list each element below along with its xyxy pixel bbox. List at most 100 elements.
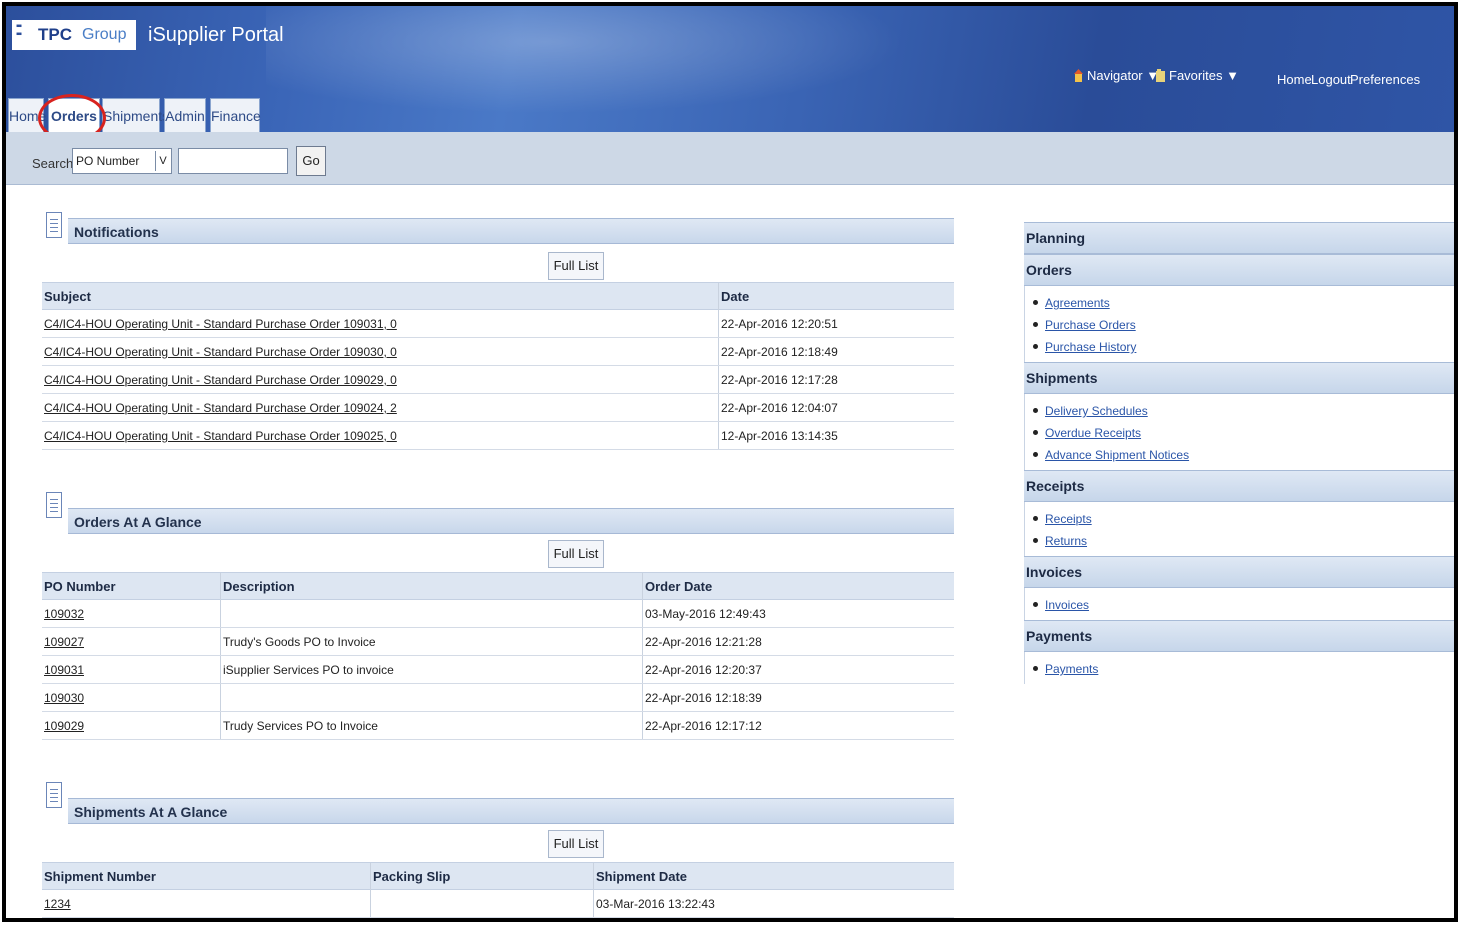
favorites-dropdown-icon: ▼ xyxy=(1226,68,1239,83)
orders-full-list-button[interactable]: Full List xyxy=(548,540,604,568)
order-description: iSupplier Services PO to invoice xyxy=(220,656,643,683)
sidebar-payments-list: Payments xyxy=(1024,652,1454,684)
sidebar-item-label[interactable]: Agreements xyxy=(1045,296,1110,310)
sidebar-item-invoices[interactable]: Invoices xyxy=(1025,594,1454,616)
notifications-full-list-button[interactable]: Full List xyxy=(548,252,604,280)
sidebar-item-label[interactable]: Receipts xyxy=(1045,512,1092,526)
column-date: Date xyxy=(718,283,951,310)
bullet-icon xyxy=(1033,408,1038,413)
sidebar-item-label[interactable]: Invoices xyxy=(1045,598,1089,612)
tab-shipments[interactable]: Shipments xyxy=(102,98,169,132)
sidebar-item-label[interactable]: Advance Shipment Notices xyxy=(1045,448,1189,462)
logout-link[interactable]: Logout xyxy=(1311,72,1351,87)
orders-section-icon xyxy=(46,492,62,518)
column-shipment-date: Shipment Date xyxy=(593,863,951,890)
table-row: C4/IC4-HOU Operating Unit - Standard Pur… xyxy=(42,310,954,338)
search-bar: Search PO Number V Go xyxy=(6,132,1454,185)
bullet-icon xyxy=(1033,538,1038,543)
notification-subject-link[interactable]: C4/IC4-HOU Operating Unit - Standard Pur… xyxy=(44,394,397,421)
column-order-date: Order Date xyxy=(642,573,951,600)
table-row: 109027 Trudy's Goods PO to Invoice 22-Ap… xyxy=(42,628,954,656)
sidebar-orders-list: Agreements Purchase Orders Purchase Hist… xyxy=(1024,286,1454,362)
order-date: 22-Apr-2016 12:18:39 xyxy=(642,684,951,711)
search-input[interactable] xyxy=(178,148,288,174)
po-number-link[interactable]: 109029 xyxy=(44,712,84,739)
navigator-menu[interactable]: Navigator ▼ xyxy=(1074,68,1159,83)
sidebar-item-returns[interactable]: Returns xyxy=(1025,530,1454,552)
sidebar-item-delivery-schedules[interactable]: Delivery Schedules xyxy=(1025,400,1454,422)
bullet-icon xyxy=(1033,344,1038,349)
sidebar-item-purchase-history[interactable]: Purchase History xyxy=(1025,336,1454,358)
search-type-select[interactable]: PO Number V xyxy=(72,148,172,174)
global-home-link[interactable]: Home xyxy=(1277,72,1312,87)
table-row: C4/IC4-HOU Operating Unit - Standard Pur… xyxy=(42,338,954,366)
table-header: Shipment Number Packing Slip Shipment Da… xyxy=(42,862,954,890)
preferences-link[interactable]: Preferences xyxy=(1350,72,1420,87)
favorites-label: Favorites xyxy=(1169,68,1223,83)
notification-subject-link[interactable]: C4/IC4-HOU Operating Unit - Standard Pur… xyxy=(44,338,397,365)
favorites-icon xyxy=(1156,69,1165,82)
table-row: 109029 Trudy Services PO to Invoice 22-A… xyxy=(42,712,954,740)
sidebar-item-label[interactable]: Delivery Schedules xyxy=(1045,404,1148,418)
order-description xyxy=(220,684,643,711)
logo-tpc-text: TPC xyxy=(38,25,72,44)
notification-date: 22-Apr-2016 12:20:51 xyxy=(718,310,951,337)
order-description: Trudy's Goods PO to Invoice xyxy=(220,628,643,655)
bullet-icon xyxy=(1033,300,1038,305)
po-number-link[interactable]: 109030 xyxy=(44,684,84,711)
favorites-menu[interactable]: Favorites ▼ xyxy=(1156,68,1239,83)
table-row: C4/IC4-HOU Operating Unit - Standard Pur… xyxy=(42,366,954,394)
sidebar-shipments-list: Delivery Schedules Overdue Receipts Adva… xyxy=(1024,394,1454,470)
logo-dots-icon: ▪▪ ▪▪ xyxy=(16,21,22,40)
notification-subject-link[interactable]: C4/IC4-HOU Operating Unit - Standard Pur… xyxy=(44,422,397,449)
sidebar-item-receipts[interactable]: Receipts xyxy=(1025,508,1454,530)
tab-finance[interactable]: Finance xyxy=(210,98,261,132)
portal-title: iSupplier Portal xyxy=(148,24,284,46)
sidebar-item-purchase-orders[interactable]: Purchase Orders xyxy=(1025,314,1454,336)
table-row: C4/IC4-HOU Operating Unit - Standard Pur… xyxy=(42,394,954,422)
browser-frame: ▪▪ ▪▪ TPC Group iSupplier Portal Navigato… xyxy=(2,2,1458,922)
sidebar-invoices-list: Invoices xyxy=(1024,588,1454,620)
sidebar-item-advance-shipment-notices[interactable]: Advance Shipment Notices xyxy=(1025,444,1454,466)
bullet-icon xyxy=(1033,666,1038,671)
go-button[interactable]: Go xyxy=(296,146,326,176)
sidebar-section-receipts: Receipts xyxy=(1024,470,1454,502)
po-number-link[interactable]: 109032 xyxy=(44,600,84,627)
notification-date: 22-Apr-2016 12:17:28 xyxy=(718,366,951,393)
table-row: C4/IC4-HOU Operating Unit - Standard Pur… xyxy=(42,422,954,450)
sidebar-item-overdue-receipts[interactable]: Overdue Receipts xyxy=(1025,422,1454,444)
sidebar-item-payments[interactable]: Payments xyxy=(1025,658,1454,680)
sidebar-item-label[interactable]: Purchase Orders xyxy=(1045,318,1136,332)
column-packing-slip: Packing Slip xyxy=(370,863,593,890)
notification-date: 12-Apr-2016 13:14:35 xyxy=(718,422,951,449)
tab-admin[interactable]: Admin xyxy=(164,98,206,132)
bullet-icon xyxy=(1033,516,1038,521)
notification-date: 22-Apr-2016 12:04:07 xyxy=(718,394,951,421)
table-row: 109031 iSupplier Services PO to invoice … xyxy=(42,656,954,684)
column-po-number: PO Number xyxy=(44,579,116,594)
sidebar-section-invoices: Invoices xyxy=(1024,556,1454,588)
sidebar-item-label[interactable]: Payments xyxy=(1045,662,1098,676)
shipments-full-list-button[interactable]: Full List xyxy=(548,830,604,858)
bullet-icon xyxy=(1033,602,1038,607)
sidebar-item-agreements[interactable]: Agreements xyxy=(1025,292,1454,314)
notification-subject-link[interactable]: C4/IC4-HOU Operating Unit - Standard Pur… xyxy=(44,366,397,393)
orders-table: PO Number Description Order Date 109032 … xyxy=(42,572,954,740)
sidebar-receipts-list: Receipts Returns xyxy=(1024,502,1454,556)
header-glow xyxy=(266,6,966,126)
shipment-date: 03-Mar-2016 13:22:43 xyxy=(593,890,951,917)
po-number-link[interactable]: 109027 xyxy=(44,628,84,655)
navigator-icon xyxy=(1074,69,1083,82)
sidebar-section-planning: Planning xyxy=(1024,222,1454,254)
chevron-down-icon: V xyxy=(155,151,170,171)
sidebar-item-label[interactable]: Returns xyxy=(1045,534,1087,548)
notification-subject-link[interactable]: C4/IC4-HOU Operating Unit - Standard Pur… xyxy=(44,310,397,337)
sidebar-item-label[interactable]: Purchase History xyxy=(1045,340,1136,354)
sidebar-section-shipments: Shipments xyxy=(1024,362,1454,394)
sidebar-item-label[interactable]: Overdue Receipts xyxy=(1045,426,1141,440)
notifications-header: Notifications xyxy=(68,218,954,244)
orders-at-a-glance-header: Orders At A Glance xyxy=(68,508,954,534)
shipment-number-link[interactable]: 1234 xyxy=(44,890,71,917)
shipments-at-a-glance-header: Shipments At A Glance xyxy=(68,798,954,824)
po-number-link[interactable]: 109031 xyxy=(44,656,84,683)
